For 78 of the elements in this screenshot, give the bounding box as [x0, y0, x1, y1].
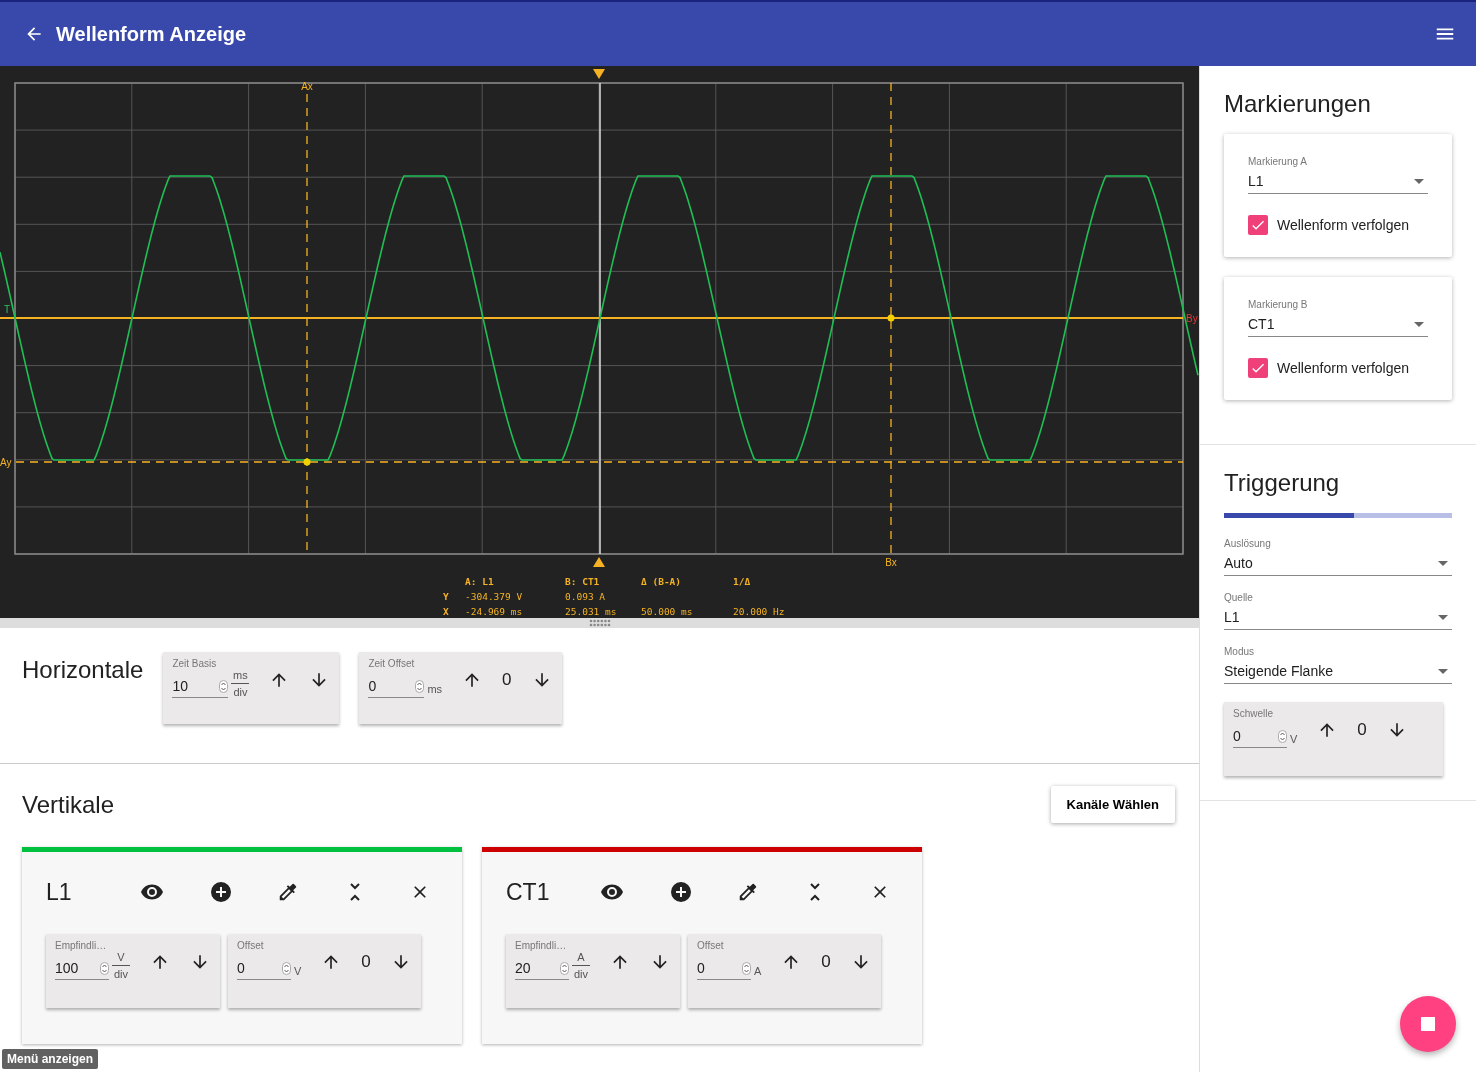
marker-label: Ax [301, 81, 313, 92]
app-title: Wellenform Anzeige [56, 22, 247, 46]
dropdown-icon [1414, 321, 1424, 327]
section-title: Markierungen [1224, 90, 1372, 118]
number-field[interactable]: 0 [697, 955, 751, 980]
readout-value: -24.969 ms [465, 606, 524, 617]
readout-header: Δ (B-A) [641, 576, 683, 587]
number-field[interactable]: 0 [1233, 723, 1287, 748]
readout-axis: Y [443, 591, 450, 602]
unit-label: A [754, 965, 762, 977]
readout-value: 50.000 ms [641, 606, 694, 617]
section-title: Triggerung [1224, 469, 1341, 497]
step-value: 0 [502, 670, 512, 690]
readout-header: B: CT1 [565, 576, 601, 587]
readout-header: 1/Δ [733, 576, 752, 587]
unit-label: ms [427, 683, 443, 695]
number-field[interactable]: 20 [515, 955, 569, 980]
number-field[interactable]: 0 [237, 955, 291, 980]
channel-name: CT1 [506, 878, 551, 906]
unit-label: div [233, 686, 248, 698]
unit-label: div [113, 968, 129, 980]
select-field[interactable]: Auslösung Auto [1224, 538, 1452, 576]
step-value: 0 [821, 952, 831, 972]
section-title: Horizontale [22, 656, 144, 684]
step-value: 0 [361, 952, 371, 972]
dropdown-icon [1414, 178, 1424, 184]
readout-value: 0.093 A [565, 591, 607, 602]
cursor-point [887, 314, 895, 322]
field-label: Zeit Offset [368, 658, 416, 669]
readout-value: 20.000 Hz [733, 606, 786, 617]
dropdown-icon [1438, 560, 1448, 566]
marker-label: Bx [885, 557, 897, 568]
collapse-icon[interactable] [809, 883, 820, 901]
select-field[interactable]: Quelle L1 [1224, 592, 1452, 630]
field-label: Offset [697, 940, 725, 951]
select-field[interactable]: Markierung B CT1 [1248, 299, 1428, 337]
dropdown-icon [1438, 668, 1448, 674]
field-label: Empfindli… [515, 940, 568, 951]
section-title: Vertikale [22, 790, 115, 819]
select-field[interactable]: Markierung A L1 [1248, 156, 1428, 194]
marker-label: By [1186, 313, 1198, 324]
unit-label: div [573, 968, 589, 980]
channel-name: L1 [46, 878, 73, 906]
triangle-marker-icon[interactable] [593, 69, 605, 79]
readout-axis: X [443, 606, 450, 617]
drag-handle-icon[interactable] [588, 619, 611, 627]
triangle-marker-icon[interactable] [593, 557, 605, 567]
marker-label: T [4, 304, 11, 315]
readout-header: A: L1 [465, 576, 495, 587]
step-value: 0 [1357, 720, 1367, 740]
follow-checkbox[interactable]: Wellenform verfolgen [1248, 215, 1428, 235]
dropdown-icon [1438, 614, 1448, 620]
number-field[interactable]: 0 [368, 673, 425, 698]
unit-label: V [294, 965, 302, 977]
stop-button[interactable] [1400, 996, 1456, 1052]
checkbox-icon[interactable] [1248, 358, 1268, 378]
select-field[interactable]: Modus Steigende Flanke [1224, 646, 1452, 684]
marker-label: Ay [0, 457, 12, 468]
field-label: Offset [237, 940, 265, 951]
select-channels-button[interactable]: Kanäle Wählen [1050, 786, 1175, 823]
number-field[interactable]: 10 [172, 673, 229, 698]
unit-label: V [1290, 733, 1298, 745]
unit-label: A [577, 951, 585, 963]
unit-label: ms [233, 669, 248, 681]
cursor-point [303, 458, 311, 466]
readout-value: -304.379 V [465, 591, 524, 602]
tooltip: Menü anzeigen [2, 1049, 98, 1069]
follow-checkbox[interactable]: Wellenform verfolgen [1248, 358, 1428, 378]
field-label: Schwelle [1233, 708, 1275, 719]
add-button[interactable] [208, 880, 233, 904]
add-button[interactable] [668, 880, 693, 904]
checkbox-icon[interactable] [1248, 215, 1268, 235]
field-label: Zeit Basis [172, 658, 218, 669]
collapse-icon[interactable] [349, 883, 360, 901]
unit-label: V [117, 951, 125, 963]
readout-value: 25.031 ms [565, 606, 618, 617]
field-label: Empfindli… [55, 940, 108, 951]
number-field[interactable]: 100 [55, 955, 109, 980]
